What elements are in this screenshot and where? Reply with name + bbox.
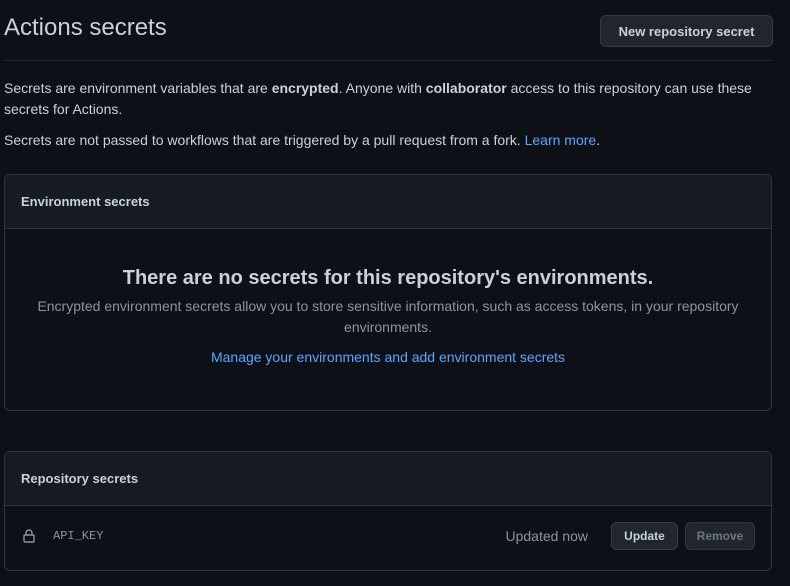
repository-secrets-box: Repository secrets API_KEY Updated now U… bbox=[4, 451, 772, 571]
learn-more-link[interactable]: Learn more bbox=[525, 132, 597, 148]
blankslate-text: Encrypted environment secrets allow you … bbox=[37, 298, 739, 335]
description-bold-encrypted: encrypted bbox=[271, 80, 339, 96]
environment-secrets-box: Environment secrets There are no secrets… bbox=[4, 174, 772, 411]
actions-secrets-page: Actions secrets New repository secret Se… bbox=[0, 0, 790, 586]
repository-secrets-header: Repository secrets bbox=[5, 452, 771, 506]
secret-name: API_KEY bbox=[53, 529, 104, 543]
update-secret-button[interactable]: Update bbox=[611, 522, 678, 550]
description-bold-collaborator: collaborator bbox=[425, 80, 507, 96]
blankslate-title: There are no secrets for this repository… bbox=[122, 267, 654, 289]
new-repository-secret-button[interactable]: New repository secret bbox=[600, 15, 773, 47]
secret-updated-time: Updated now bbox=[505, 528, 588, 544]
manage-environments-link[interactable]: Manage your environments and add environ… bbox=[211, 349, 565, 365]
fork-notice-period: . bbox=[596, 132, 601, 148]
secret-row: API_KEY Updated now Update Remove bbox=[5, 506, 771, 566]
description-text: Secrets are environment variables that a… bbox=[4, 80, 272, 96]
remove-secret-button[interactable]: Remove bbox=[685, 522, 755, 550]
fork-notice: Secrets are not passed to workflows that… bbox=[4, 130, 772, 151]
description-text: . Anyone with bbox=[338, 80, 426, 96]
lock-icon bbox=[21, 528, 37, 544]
secrets-description: Secrets are environment variables that a… bbox=[4, 78, 772, 120]
fork-notice-text: Secrets are not passed to workflows that… bbox=[4, 132, 525, 148]
environment-secrets-blankslate: There are no secrets for this repository… bbox=[5, 264, 771, 367]
page-header: Actions secrets New repository secret bbox=[4, 0, 773, 61]
page-title: Actions secrets bbox=[4, 14, 167, 41]
environment-secrets-header: Environment secrets bbox=[5, 175, 771, 229]
